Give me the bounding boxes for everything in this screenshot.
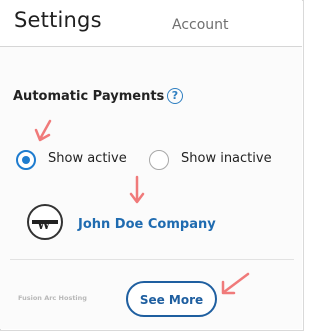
radio-show-active[interactable] bbox=[16, 150, 36, 170]
radio-label-active[interactable]: Show active bbox=[48, 151, 127, 166]
radio-label-inactive[interactable]: Show inactive bbox=[181, 151, 272, 166]
company-name-link[interactable]: John Doe Company bbox=[78, 217, 216, 232]
page-title: Settings bbox=[14, 8, 102, 32]
tab-account[interactable]: Account bbox=[172, 17, 229, 33]
radio-show-inactive[interactable] bbox=[149, 150, 169, 170]
section-title: Automatic Payments bbox=[13, 89, 165, 104]
help-icon[interactable]: ? bbox=[167, 88, 183, 104]
header: Settings Account bbox=[0, 0, 302, 47]
see-more-button[interactable]: See More bbox=[126, 281, 217, 317]
annotation-arrow-icon bbox=[129, 175, 145, 204]
annotation-arrow-icon bbox=[221, 272, 250, 295]
divider bbox=[10, 259, 294, 260]
footer-brand: Fusion Arc Hosting bbox=[18, 294, 87, 302]
annotation-arrow-icon bbox=[34, 119, 52, 142]
company-logo-icon: W bbox=[27, 204, 63, 240]
